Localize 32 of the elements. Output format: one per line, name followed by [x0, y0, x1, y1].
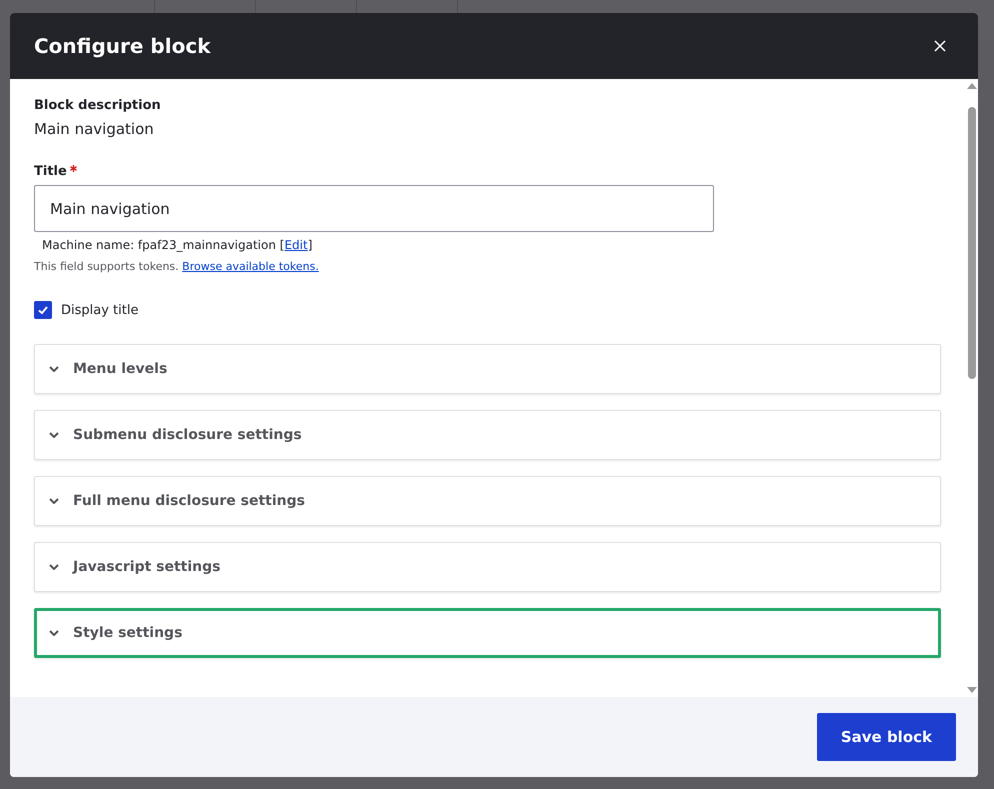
field-label: Block description	[34, 98, 162, 113]
chevron-down-icon	[49, 564, 59, 570]
section-title: Full menu disclosure settings	[73, 493, 305, 509]
checkbox-label: Display title	[61, 302, 138, 318]
machine-name: Machine name: fpaf23_mainnavigation [Edit]	[42, 238, 314, 252]
section-title: Submenu disclosure settings	[73, 427, 302, 443]
dialog-title: Configure block	[34, 34, 210, 58]
close-icon[interactable]	[934, 40, 946, 52]
collapsible-section[interactable]: Full menu disclosure settings	[34, 476, 941, 526]
scroll-up-icon[interactable]	[967, 83, 977, 89]
save-button[interactable]: Save block	[816, 713, 956, 761]
chevron-down-icon	[49, 366, 59, 372]
collapsible-section[interactable]: Menu levels	[34, 344, 941, 394]
help-text: This field supports tokens. Browse available tokens.	[34, 260, 320, 273]
chevron-down-icon	[49, 498, 59, 504]
collapsible-section[interactable]: Style settings	[34, 608, 941, 658]
field-value: Main navigation	[34, 120, 155, 138]
field-label: Title	[34, 164, 67, 179]
scroll-down-icon[interactable]	[967, 687, 977, 693]
chevron-down-icon	[49, 432, 59, 438]
collapsible-section[interactable]: Submenu disclosure settings	[34, 410, 941, 460]
section-title: Style settings	[73, 625, 182, 641]
section-title: Javascript settings	[73, 559, 220, 575]
checkmark-icon	[37, 304, 49, 316]
scroll-thumb[interactable]	[968, 107, 976, 379]
chevron-down-icon	[49, 630, 59, 636]
title-field[interactable]: Main navigation	[34, 185, 714, 232]
tokens-link[interactable]: Browse available tokens.	[182, 260, 319, 273]
section-title: Menu levels	[73, 361, 168, 377]
edit-link[interactable]: Edit	[284, 238, 308, 252]
collapsible-section[interactable]: Javascript settings	[34, 542, 941, 592]
checkbox[interactable]	[34, 301, 52, 319]
